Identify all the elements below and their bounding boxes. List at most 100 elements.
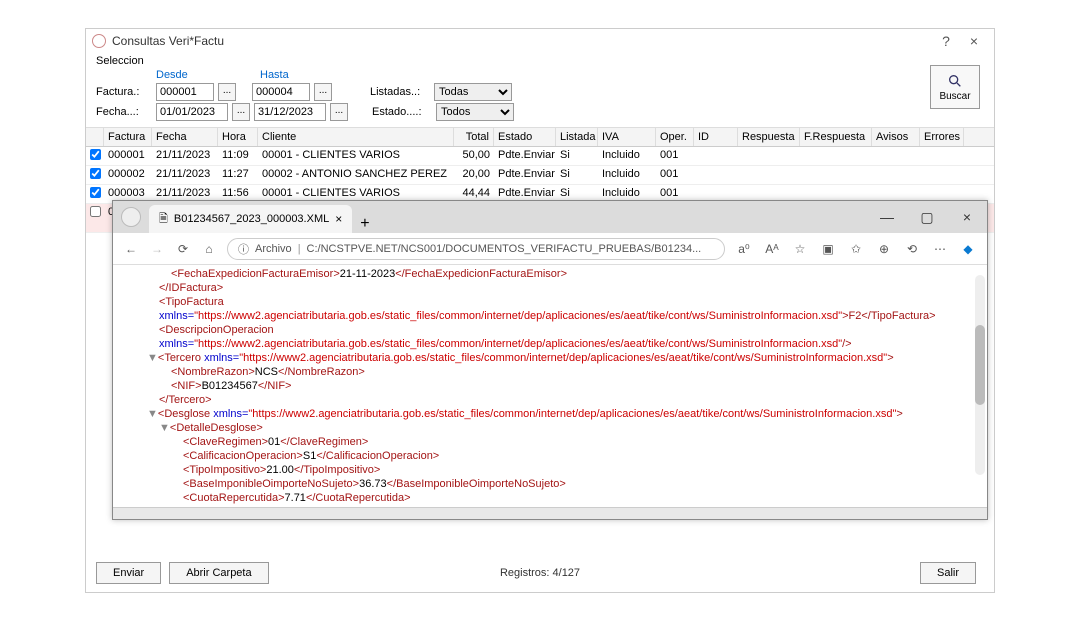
cell-fecha: 21/11/2023 [152, 166, 218, 184]
close-button[interactable]: × [960, 33, 988, 49]
tab-title: B01234567_2023_000003.XML [174, 213, 329, 225]
browser-close[interactable]: × [947, 209, 987, 225]
titlebar: Consultas Veri*Factu ? × [86, 29, 994, 53]
col-id[interactable]: ID [694, 128, 738, 146]
factura-desde-picker[interactable]: ... [218, 83, 236, 101]
browser-maximize[interactable]: ▢ [907, 209, 947, 226]
fecha-desde-picker[interactable]: ... [232, 103, 250, 121]
home-icon[interactable]: ⌂ [201, 242, 217, 256]
text-size-icon[interactable]: Aᴬ [763, 242, 781, 256]
col-avisos[interactable]: Avisos [872, 128, 920, 146]
profile-icon[interactable] [121, 207, 141, 227]
browser-window: 🗎 B01234567_2023_000003.XML × + — ▢ × ← … [112, 200, 988, 520]
section-label: Seleccion [96, 55, 984, 67]
favorite-icon[interactable]: ☆ [791, 242, 809, 256]
cell-factura: 000002 [104, 166, 152, 184]
browser-tab[interactable]: 🗎 B01234567_2023_000003.XML × [149, 205, 352, 233]
cell-iva: Incluido [598, 166, 656, 184]
cell-hora: 11:09 [218, 147, 258, 165]
col-iva[interactable]: IVA [598, 128, 656, 146]
row-checkbox[interactable] [90, 149, 101, 160]
table-row[interactable]: 00000221/11/202311:2700002 - ANTONIO SAN… [86, 166, 994, 185]
filter-panel: Seleccion Desde Hasta Factura.: ... ... … [86, 53, 994, 128]
table-row[interactable]: 00000121/11/202311:0900001 - CLIENTES VA… [86, 147, 994, 166]
cell-oper: 001 [656, 166, 694, 184]
fecha-label: Fecha...: [96, 106, 152, 118]
footer: Enviar Abrir Carpeta Registros: 4/127 Sa… [96, 562, 984, 584]
browser-minimize[interactable]: — [867, 209, 907, 225]
xml-viewer[interactable]: <FechaExpedicionFacturaEmisor>21-11-2023… [113, 265, 987, 507]
cell-hora: 11:27 [218, 166, 258, 184]
sync-icon[interactable]: ⟲ [903, 242, 921, 256]
new-tab-button[interactable]: + [352, 215, 377, 233]
search-icon [947, 73, 963, 89]
browser-toolbar: ← → ⟳ ⌂ ⓘ Archivo | C:/NCSTPVE.NET/NCS00… [113, 233, 987, 265]
help-button[interactable]: ? [932, 33, 960, 49]
col-estado[interactable]: Estado [494, 128, 556, 146]
fecha-hasta-input[interactable] [254, 103, 326, 121]
registros-label: Registros: 4/127 [500, 567, 580, 579]
row-checkbox[interactable] [90, 168, 101, 179]
col-listada[interactable]: Listada [556, 128, 598, 146]
cell-listada: Si [556, 147, 598, 165]
desde-header: Desde [156, 69, 256, 81]
extensions-icon[interactable]: ⊕ [875, 242, 893, 256]
addr-prefix: Archivo [255, 243, 292, 255]
browser-tabstrip: 🗎 B01234567_2023_000003.XML × + — ▢ × [113, 201, 987, 233]
addr-path: C:/NCSTPVE.NET/NCS001/DOCUMENTOS_VERIFAC… [307, 243, 702, 255]
grid-header: Factura Fecha Hora Cliente Total Estado … [86, 128, 994, 147]
col-total[interactable]: Total [454, 128, 494, 146]
scrollbar-thumb[interactable] [975, 325, 985, 405]
col-cliente[interactable]: Cliente [258, 128, 454, 146]
refresh-icon[interactable]: ⟳ [175, 242, 191, 256]
cell-fecha: 21/11/2023 [152, 147, 218, 165]
cell-cliente: 00001 - CLIENTES VARIOS [258, 147, 454, 165]
more-icon[interactable]: ⋯ [931, 242, 949, 256]
listadas-label: Listadas..: [370, 86, 430, 98]
copilot-icon[interactable]: ◆ [959, 242, 977, 256]
cell-estado: Pdte.Enviar [494, 166, 556, 184]
row-checkbox[interactable] [90, 206, 101, 217]
fecha-desde-input[interactable] [156, 103, 228, 121]
listadas-select[interactable]: Todas [434, 83, 512, 101]
cell-estado: Pdte.Enviar [494, 147, 556, 165]
hasta-header: Hasta [260, 69, 289, 81]
collections-icon[interactable]: ▣ [819, 242, 837, 256]
file-icon: 🗎 [159, 210, 168, 229]
buscar-button[interactable]: Buscar [930, 65, 980, 109]
factura-hasta-picker[interactable]: ... [314, 83, 332, 101]
cell-oper: 001 [656, 147, 694, 165]
factura-label: Factura.: [96, 86, 152, 98]
salir-button[interactable]: Salir [920, 562, 976, 584]
row-checkbox[interactable] [90, 187, 101, 198]
col-fecha[interactable]: Fecha [152, 128, 218, 146]
col-oper[interactable]: Oper. [656, 128, 694, 146]
back-icon[interactable]: ← [123, 242, 139, 256]
cell-iva: Incluido [598, 147, 656, 165]
col-factura[interactable]: Factura [104, 128, 152, 146]
factura-desde-input[interactable] [156, 83, 214, 101]
cell-factura: 000001 [104, 147, 152, 165]
col-frespuesta[interactable]: F.Respuesta [800, 128, 872, 146]
address-bar[interactable]: ⓘ Archivo | C:/NCSTPVE.NET/NCS001/DOCUME… [227, 238, 725, 260]
read-aloud-icon[interactable]: a⁰ [735, 242, 753, 256]
horizontal-scrollbar[interactable] [113, 507, 987, 519]
enviar-button[interactable]: Enviar [96, 562, 161, 584]
factura-hasta-input[interactable] [252, 83, 310, 101]
cell-total: 20,00 [454, 166, 494, 184]
abrir-carpeta-button[interactable]: Abrir Carpeta [169, 562, 268, 584]
info-icon: ⓘ [238, 241, 249, 257]
tab-close-icon[interactable]: × [335, 212, 342, 226]
window-title: Consultas Veri*Factu [112, 34, 224, 48]
forward-icon[interactable]: → [149, 242, 165, 256]
fecha-hasta-picker[interactable]: ... [330, 103, 348, 121]
app-icon [92, 34, 106, 48]
col-hora[interactable]: Hora [218, 128, 258, 146]
col-respuesta[interactable]: Respuesta [738, 128, 800, 146]
estado-label: Estado....: [372, 106, 432, 118]
col-errores[interactable]: Errores [920, 128, 964, 146]
cell-listada: Si [556, 166, 598, 184]
add-favorite-icon[interactable]: ✩ [847, 242, 865, 256]
cell-cliente: 00002 - ANTONIO SANCHEZ PEREZ [258, 166, 454, 184]
estado-select[interactable]: Todos [436, 103, 514, 121]
